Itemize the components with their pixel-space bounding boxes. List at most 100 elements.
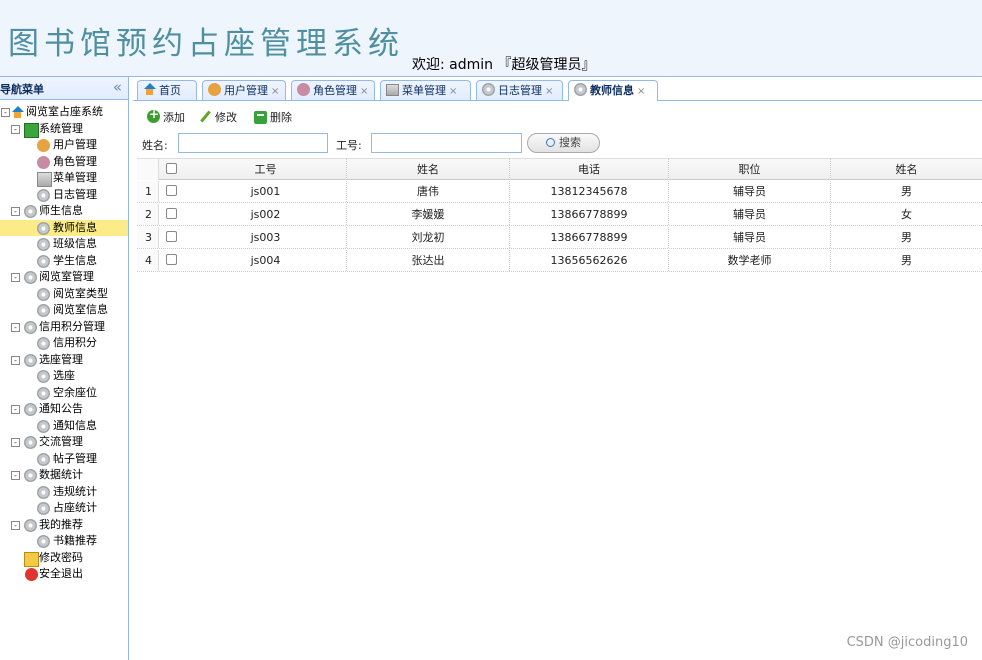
collapse-toggle-icon[interactable]: -	[11, 322, 20, 332]
tree-node-logout[interactable]: 安全退出	[0, 566, 128, 583]
tree-node-root[interactable]: - 阅览室占座系统	[0, 104, 128, 121]
row-checkbox[interactable]	[166, 208, 177, 219]
tree-node-forum-mgmt[interactable]: - 交流管理	[0, 434, 128, 451]
collapse-toggle-icon[interactable]: -	[11, 124, 20, 134]
gear-icon	[37, 419, 50, 433]
tree-node-vacant-seat[interactable]: 空余座位	[0, 385, 128, 402]
tree-node-notice[interactable]: - 通知公告	[0, 401, 128, 418]
tab-role-mgmt[interactable]: 角色管理 ×	[291, 80, 375, 100]
tree-node-label: 选座管理	[39, 352, 83, 366]
tree-node-class-info[interactable]: 班级信息	[0, 236, 128, 253]
tree-node-post-mgmt[interactable]: 帖子管理	[0, 451, 128, 468]
collapse-icon[interactable]: «	[113, 78, 122, 96]
role-icon	[297, 83, 310, 96]
cell-gender: 男	[901, 185, 912, 198]
collapse-toggle-icon[interactable]: -	[11, 438, 20, 447]
tree-node-system[interactable]: - 系统管理	[0, 121, 128, 138]
tab-label: 日志管理	[498, 84, 542, 97]
collapse-toggle-icon[interactable]: -	[11, 520, 20, 530]
gear-icon	[37, 502, 50, 515]
tree-node-user-mgmt[interactable]: 用户管理	[0, 137, 128, 154]
row-checkbox[interactable]	[166, 185, 177, 196]
collapse-toggle-icon[interactable]: -	[1, 108, 10, 117]
folder-icon	[24, 122, 39, 138]
column-header[interactable]: 电话	[510, 159, 669, 180]
row-checkbox[interactable]	[166, 231, 177, 242]
cell-position: 数学老师	[669, 250, 831, 271]
table-row[interactable]: 4 js004 张达出 13656562626 数学老师 男	[137, 250, 982, 272]
column-header[interactable]: 姓名	[347, 159, 510, 180]
gear-icon	[37, 287, 50, 301]
tree-node-occupancy-stats[interactable]: 占座统计	[0, 500, 128, 517]
close-icon[interactable]: ×	[637, 86, 645, 97]
close-icon[interactable]: ×	[271, 86, 279, 97]
tree-node-recommend[interactable]: - 我的推荐	[0, 517, 128, 534]
table-row[interactable]: 1 js001 唐伟 13812345678 辅导员 男	[137, 181, 982, 203]
collapse-toggle-icon[interactable]: -	[11, 405, 20, 414]
close-icon[interactable]: ×	[545, 86, 553, 97]
row-number: 2	[137, 204, 159, 225]
tree-node-label: 日志管理	[53, 187, 97, 201]
close-icon[interactable]: ×	[360, 86, 368, 97]
tree-node-label: 师生信息	[39, 204, 83, 217]
user-icon	[37, 139, 50, 152]
select-all-checkbox[interactable]	[166, 163, 177, 174]
tree-node-menu-mgmt[interactable]: 菜单管理	[0, 170, 128, 187]
tree-node-seat-select[interactable]: 选座	[0, 368, 128, 385]
gear-icon	[37, 254, 50, 268]
collapse-toggle-icon[interactable]: -	[11, 207, 20, 216]
tree-node-label: 书籍推荐	[53, 534, 97, 547]
tree-node-reading-room-mgmt[interactable]: - 阅览室管理	[0, 269, 128, 286]
search-button[interactable]: 搜索	[527, 133, 600, 153]
tab-home[interactable]: 首页	[137, 80, 197, 100]
collapse-toggle-icon[interactable]: -	[11, 355, 20, 365]
tab-teacher-info[interactable]: 教师信息 ×	[568, 80, 658, 101]
close-icon[interactable]: ×	[449, 86, 457, 97]
app-title: 图书馆预约占座管理系统	[8, 26, 404, 62]
tab-user-mgmt[interactable]: 用户管理 ×	[202, 80, 286, 100]
gear-icon	[37, 337, 50, 350]
collapse-toggle-icon[interactable]: -	[11, 471, 20, 480]
gear-icon	[24, 353, 37, 367]
gear-icon	[24, 271, 37, 284]
tree-node-label: 阅览室占座系统	[26, 105, 103, 118]
tree-node-student-info[interactable]: 学生信息	[0, 253, 128, 270]
tree-node-seat-mgmt[interactable]: - 选座管理	[0, 352, 128, 369]
delete-button[interactable]: 删除	[254, 109, 292, 125]
pencil-icon	[199, 110, 212, 123]
tree-node-change-password[interactable]: 修改密码	[0, 550, 128, 567]
cell-name: 李媛媛	[347, 204, 510, 225]
tree-node-label: 系统管理	[39, 121, 83, 135]
table-row[interactable]: 3 js003 刘龙初 13866778899 辅导员 男	[137, 227, 982, 249]
tree-node-label: 阅览室信息	[53, 303, 108, 316]
edit-label: 修改	[215, 111, 237, 124]
gear-icon	[37, 386, 50, 400]
tree-node-label: 数据统计	[39, 468, 83, 481]
id-search-input[interactable]	[371, 133, 522, 153]
tree-node-teacher-student[interactable]: - 师生信息	[0, 203, 128, 220]
tree-node-role-mgmt[interactable]: 角色管理	[0, 154, 128, 171]
row-checkbox[interactable]	[166, 254, 177, 265]
tree-node-label: 角色管理	[53, 154, 97, 168]
name-search-input[interactable]	[178, 133, 328, 153]
tree-node-credit-mgmt[interactable]: - 信用积分管理	[0, 319, 128, 336]
tree-node-notice-info[interactable]: 通知信息	[0, 418, 128, 435]
column-header[interactable]: 职位	[669, 159, 831, 180]
table-row[interactable]: 2 js002 李媛媛 13866778899 辅导员 女	[137, 204, 982, 226]
column-header[interactable]: 姓名	[831, 159, 982, 180]
tree-node-log-mgmt[interactable]: 日志管理	[0, 187, 128, 204]
edit-button[interactable]: 修改	[199, 109, 237, 125]
tree-node-teacher-info[interactable]: 教师信息	[0, 219, 128, 236]
tree-node-book-recommend[interactable]: 书籍推荐	[0, 533, 128, 550]
column-header[interactable]: 工号	[185, 159, 347, 180]
tree-node-credit[interactable]: 信用积分	[0, 335, 128, 352]
collapse-toggle-icon[interactable]: -	[11, 273, 20, 282]
name-label: 姓名:	[142, 139, 168, 152]
tree-node-violation-stats[interactable]: 违规统计	[0, 484, 128, 501]
tree-node-reading-room-info[interactable]: 阅览室信息	[0, 302, 128, 319]
add-button[interactable]: 添加	[147, 107, 185, 125]
tab-menu-mgmt[interactable]: 菜单管理 ×	[380, 80, 471, 100]
tab-log-mgmt[interactable]: 日志管理 ×	[476, 80, 563, 100]
tree-node-reading-room-type[interactable]: 阅览室类型	[0, 286, 128, 303]
tree-node-statistics[interactable]: - 数据统计	[0, 467, 128, 484]
